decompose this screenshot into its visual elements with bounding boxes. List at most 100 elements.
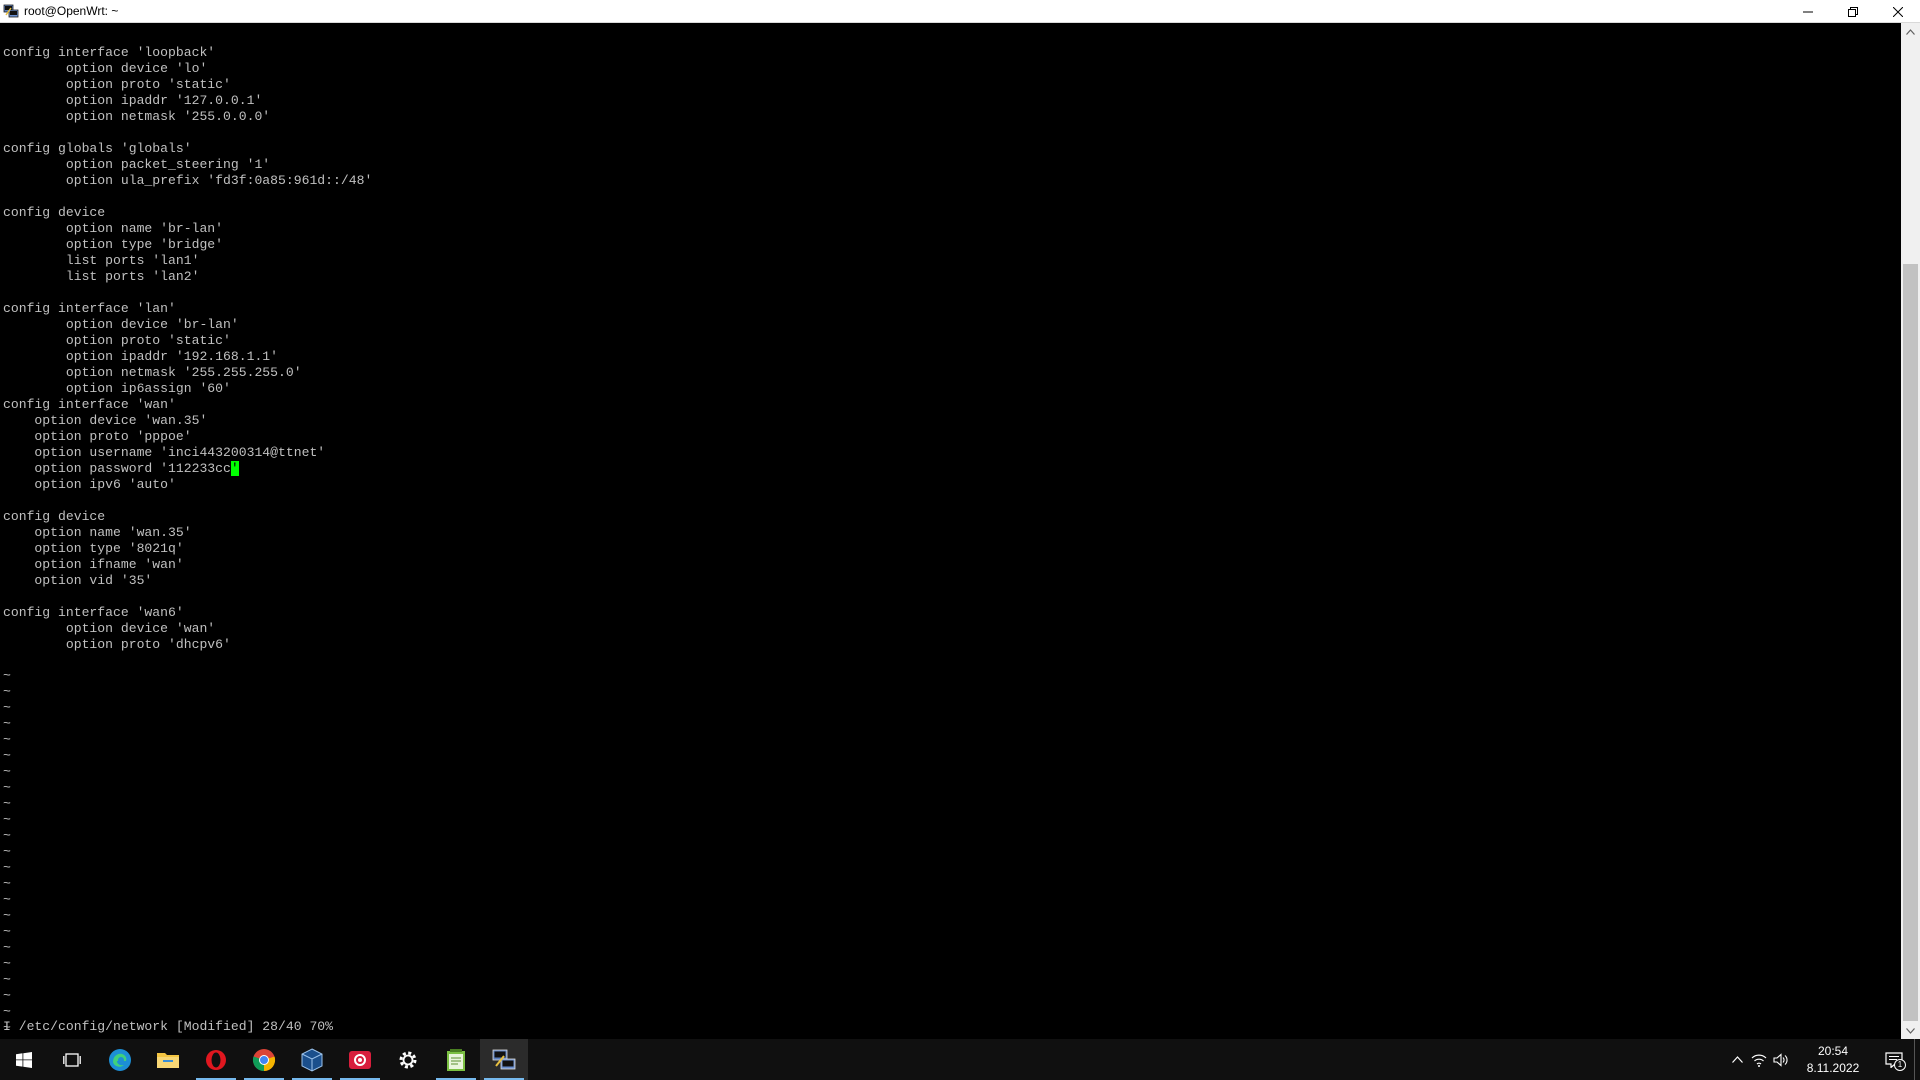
taskbar-app-chrome[interactable] (240, 1039, 288, 1080)
tilde-line: ~ (3, 924, 11, 939)
code-line: option username 'inci443200314@ttnet' (3, 445, 326, 460)
code-line: config interface 'loopback' (3, 45, 216, 60)
show-desktop-button[interactable] (1914, 1039, 1920, 1080)
tilde-line: ~ (3, 684, 11, 699)
tilde-line: ~ (3, 860, 11, 875)
close-icon (1892, 6, 1903, 17)
window-title-bar[interactable]: root@OpenWrt: ~ (0, 0, 1920, 23)
chrome-icon (252, 1048, 276, 1071)
taskbar-app-putty[interactable] (480, 1039, 528, 1080)
virtualbox-icon (301, 1047, 323, 1072)
network-wifi-icon (1751, 1054, 1767, 1067)
tilde-line: ~ (3, 876, 11, 891)
notification-badge: 1 (1894, 1059, 1906, 1071)
clock-date: 8.11.2022 (1806, 1060, 1860, 1075)
tilde-line: ~ (3, 1004, 11, 1019)
file-content: config interface 'loopback' option devic… (3, 45, 372, 653)
restore-icon (1847, 6, 1858, 17)
task-view-icon (63, 1052, 81, 1067)
code-line: config device (3, 509, 106, 524)
code-line: config interface 'wan6' (3, 605, 184, 620)
code-line: option packet_steering '1' (3, 157, 271, 172)
tilde-line: ~ (3, 892, 11, 907)
tilde-line: ~ (3, 908, 11, 923)
putty-icon (492, 1049, 516, 1069)
taskbar-app-settings[interactable] (384, 1039, 432, 1080)
network-button[interactable] (1748, 1039, 1770, 1080)
code-line-cursor: option password '112233cc' (3, 461, 372, 477)
settings-icon (399, 1051, 417, 1068)
code-line: option netmask '255.255.255.0' (3, 365, 302, 380)
code-line: option netmask '255.0.0.0' (3, 109, 271, 124)
volume-button[interactable] (1770, 1039, 1792, 1080)
tilde-line: ~ (3, 812, 11, 827)
code-line: option type '8021q' (3, 541, 184, 556)
code-line: option ip6assign '60' (3, 381, 231, 396)
tilde-line: ~ (3, 940, 11, 955)
taskbar: 20:54 8.11.2022 1 (0, 1039, 1920, 1080)
scroll-up-button[interactable] (1901, 23, 1920, 40)
taskbar-clock[interactable]: 20:54 8.11.2022 (1798, 1043, 1868, 1077)
restore-button[interactable] (1830, 0, 1875, 23)
code-line: option proto 'static' (3, 333, 231, 348)
code-line: option name 'wan.35' (3, 525, 192, 540)
start-button[interactable] (0, 1039, 48, 1080)
tilde-line: ~ (3, 828, 11, 843)
code-line: list ports 'lan2' (3, 269, 200, 284)
chevron-up-icon (1906, 28, 1915, 35)
taskbar-app-notepad[interactable] (432, 1039, 480, 1080)
code-line: option proto 'static' (3, 77, 231, 92)
vi-status-line: I /etc/config/network [Modified] 28/40 7… (3, 1019, 334, 1034)
chevron-up-icon (1731, 1056, 1743, 1063)
taskbar-app-recorder[interactable] (336, 1039, 384, 1080)
notepad-icon (447, 1048, 465, 1071)
code-line: option vid '35' (3, 573, 153, 588)
action-center-button[interactable]: 1 (1874, 1039, 1914, 1080)
code-line: list ports 'lan1' (3, 253, 200, 268)
chevron-down-icon (1906, 1027, 1915, 1034)
code-line: option device 'wan' (3, 621, 216, 636)
code-line: option ifname 'wan' (3, 557, 184, 572)
minimize-button[interactable] (1785, 0, 1830, 23)
code-line: option device 'br-lan' (3, 317, 239, 332)
window-title: root@OpenWrt: ~ (24, 4, 119, 18)
tilde-line: ~ (3, 700, 11, 715)
taskbar-app-file-explorer[interactable] (144, 1039, 192, 1080)
code-line: option ipaddr '192.168.1.1' (3, 349, 279, 364)
terminal-screen[interactable]: config interface 'loopback' option devic… (0, 23, 1901, 1039)
putty-icon (3, 4, 19, 18)
code-line: config globals 'globals' (3, 141, 192, 156)
code-line: option proto 'dhcpv6' (3, 637, 231, 652)
clock-time: 20:54 (1817, 1043, 1849, 1058)
speaker-icon (1773, 1052, 1788, 1067)
taskbar-app-virtualbox[interactable] (288, 1039, 336, 1080)
code-line: option device 'lo' (3, 61, 208, 76)
taskbar-app-edge[interactable] (96, 1039, 144, 1080)
empty-buffer-lines: ~ ~ ~ ~ ~ ~ ~ ~ ~ ~ ~ ~ ~ ~ ~ ~ ~ ~ ~ ~ … (3, 668, 11, 1036)
show-hidden-icons-button[interactable] (1726, 1039, 1748, 1080)
taskbar-app-opera[interactable] (192, 1039, 240, 1080)
close-button[interactable] (1875, 0, 1920, 23)
edge-icon (109, 1048, 131, 1071)
task-view-button[interactable] (48, 1039, 96, 1080)
scroll-down-button[interactable] (1901, 1022, 1920, 1039)
tilde-line: ~ (3, 716, 11, 731)
code-line: option type 'bridge' (3, 237, 224, 252)
code-line-text: option password '112233cc (3, 461, 231, 476)
scrollbar-thumb[interactable] (1903, 264, 1918, 1021)
start-icon (16, 1051, 32, 1068)
window-controls (1785, 0, 1920, 23)
tilde-line: ~ (3, 988, 11, 1003)
vertical-scrollbar[interactable] (1901, 23, 1920, 1039)
system-tray: 20:54 8.11.2022 1 (1726, 1039, 1920, 1080)
code-line: option ipaddr '127.0.0.1' (3, 93, 263, 108)
tilde-line: ~ (3, 796, 11, 811)
tilde-line: ~ (3, 780, 11, 795)
folder-icon (157, 1052, 179, 1068)
screen-recorder-icon (349, 1050, 371, 1069)
code-line: config interface 'wan' (3, 397, 176, 412)
code-line: config device (3, 205, 106, 220)
